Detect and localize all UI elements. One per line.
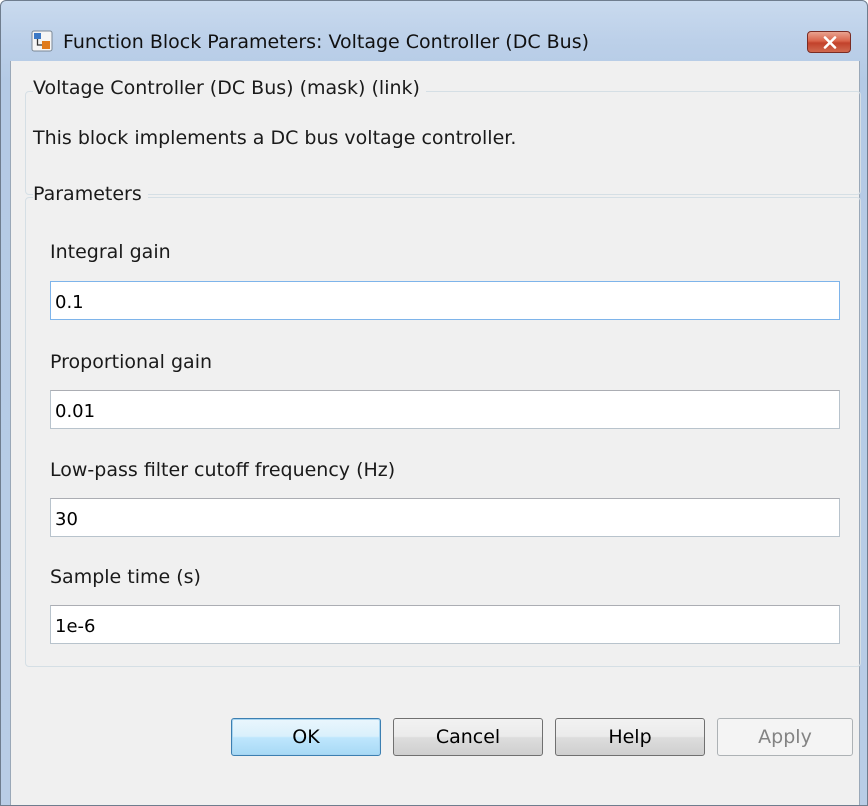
close-icon (823, 36, 837, 49)
sample-time-label: Sample time (s) (50, 566, 201, 588)
proportional-gain-input[interactable] (50, 390, 840, 429)
integral-gain-label: Integral gain (50, 241, 171, 263)
ok-button[interactable]: OK (231, 718, 381, 756)
close-button[interactable] (807, 31, 851, 53)
cutoff-frequency-label: Low-pass filter cutoff frequency (Hz) (50, 459, 396, 481)
help-button[interactable]: Help (555, 718, 705, 756)
cutoff-frequency-input[interactable] (50, 498, 840, 537)
apply-button[interactable]: Apply (717, 718, 853, 756)
parameters-groupbox (25, 197, 861, 667)
cancel-button[interactable]: Cancel (393, 718, 543, 756)
sample-time-input[interactable] (50, 605, 840, 644)
proportional-gain-label: Proportional gain (50, 351, 213, 373)
dialog-window: Function Block Parameters: Voltage Contr… (0, 0, 868, 806)
parameters-groupbox-title: Parameters (33, 183, 148, 205)
block-description: This block implements a DC bus voltage c… (33, 127, 517, 149)
title-bar[interactable]: Function Block Parameters: Voltage Contr… (1, 1, 867, 59)
description-groupbox-title: Voltage Controller (DC Bus) (mask) (link… (33, 77, 426, 99)
dialog-client-area: Voltage Controller (DC Bus) (mask) (link… (10, 61, 861, 805)
integral-gain-input[interactable] (50, 281, 840, 320)
simulink-block-icon (31, 30, 53, 52)
window-title: Function Block Parameters: Voltage Contr… (63, 31, 590, 53)
